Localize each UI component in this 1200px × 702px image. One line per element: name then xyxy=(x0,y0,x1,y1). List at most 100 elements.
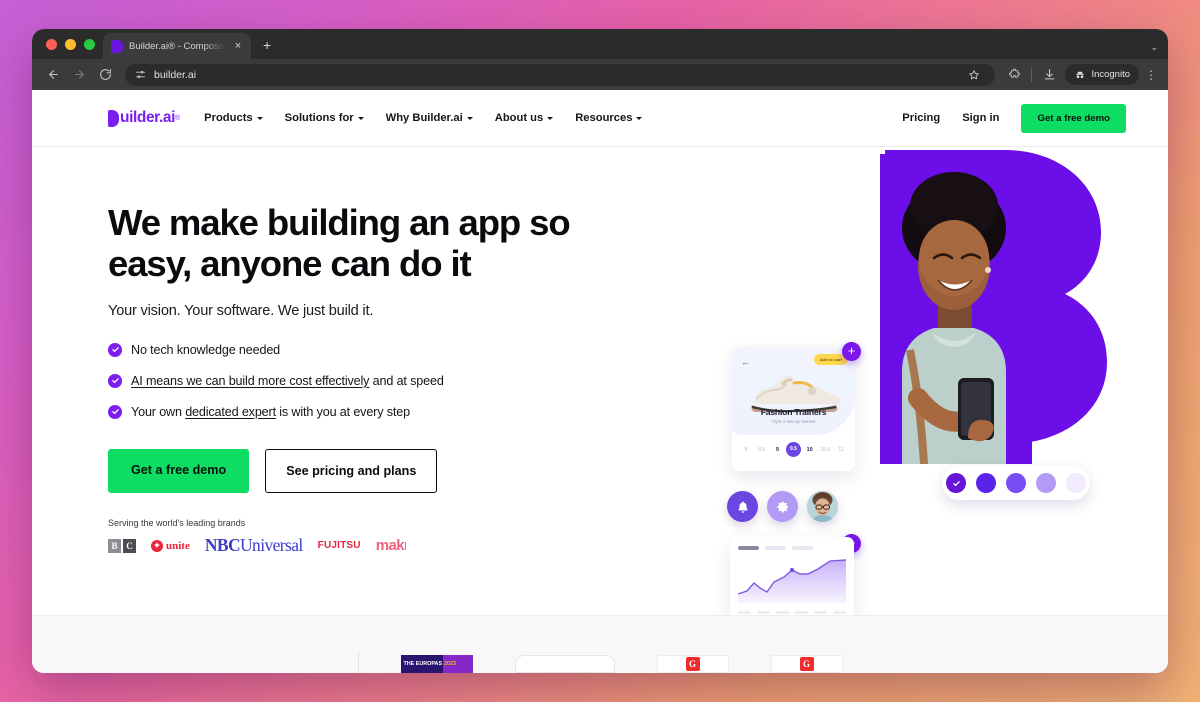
nav-item-about-us[interactable]: About us xyxy=(494,112,554,124)
close-tab-button[interactable]: × xyxy=(231,40,245,52)
reload-button[interactable] xyxy=(93,63,117,87)
user-avatar[interactable] xyxy=(807,491,838,522)
new-tab-button[interactable]: + xyxy=(263,38,271,52)
brands-label: Serving the world's leading brands xyxy=(108,517,246,528)
logo-registered-mark: ® xyxy=(174,114,181,122)
nav-item-solutions-for[interactable]: Solutions for xyxy=(285,112,364,124)
gear-icon[interactable] xyxy=(767,491,798,522)
benefit-text-tail: is with you at every step xyxy=(275,404,410,419)
divider xyxy=(357,651,359,673)
awards-strip: THE EUROPAS 2023 G G xyxy=(32,615,1168,673)
axis-tick xyxy=(833,611,846,614)
analytics-axis-labels xyxy=(738,611,846,614)
nav-label: About us xyxy=(494,112,544,124)
browser-tab[interactable]: Builder.ai® - Composable Sof × xyxy=(103,33,251,59)
maximize-window-button[interactable] xyxy=(84,38,95,50)
award-badge-europas[interactable]: THE EUROPAS 2023 xyxy=(400,655,473,673)
hero-illustration: ← Add to cart Fashion Trainers Triple S … xyxy=(692,142,1162,673)
incognito-indicator[interactable]: Incognito xyxy=(1065,64,1139,85)
nav-label: Why Builder.ai xyxy=(385,112,463,124)
nav-label: Solutions for xyxy=(284,112,354,124)
size-option[interactable]: 8.5 xyxy=(755,447,769,453)
area-chart xyxy=(737,559,847,603)
analytics-tabs xyxy=(738,546,846,550)
award-badge-g2[interactable]: G xyxy=(770,655,843,673)
analytics-tab[interactable] xyxy=(792,546,813,550)
logo-b-mark-icon xyxy=(108,109,119,127)
size-option[interactable]: 8 xyxy=(739,447,753,453)
browser-menu-button[interactable]: ⋮ xyxy=(1143,69,1159,81)
size-option[interactable]: 10.5 xyxy=(818,447,832,453)
star-icon[interactable] xyxy=(963,64,985,86)
nav-item-resources[interactable]: Resources xyxy=(575,112,643,124)
url-text[interactable]: builder.ai xyxy=(154,69,196,81)
swatch[interactable] xyxy=(1006,473,1026,493)
incognito-label: Incognito xyxy=(1091,69,1130,80)
swatch[interactable] xyxy=(1036,473,1056,493)
benefit-link[interactable]: AI means we can build more cost effectiv… xyxy=(131,374,369,388)
tune-icon[interactable] xyxy=(135,69,146,80)
browser-toolbar: builder.ai Incognito ⋮ xyxy=(32,59,1168,90)
nbc-regular: Universal xyxy=(240,535,303,556)
hero-copy: We make building an app so easy, anyone … xyxy=(108,202,628,673)
color-swatch-picker xyxy=(942,466,1090,500)
forward-button[interactable] xyxy=(67,63,91,87)
award-badge-pill[interactable] xyxy=(514,655,615,673)
site-logo[interactable]: uilder.ai ® xyxy=(108,109,180,127)
nav-item-products[interactable]: Products xyxy=(204,112,263,124)
header-actions: Pricing Sign in Get a free demo xyxy=(902,103,1126,133)
makro-logo: makro xyxy=(375,537,406,555)
award-title: THE EUROPAS xyxy=(403,661,443,667)
puzzle-icon[interactable] xyxy=(1003,64,1025,86)
check-circle-icon xyxy=(108,342,122,357)
product-title: Fashion Trainers xyxy=(760,407,827,417)
logo-wordmark: uilder.ai xyxy=(120,109,175,126)
fujitsu-logo: FUJITSU xyxy=(317,540,361,552)
address-bar[interactable]: builder.ai xyxy=(125,63,996,86)
check-circle-icon xyxy=(108,373,122,388)
tabstrip-menu-button[interactable]: ⌄ xyxy=(1150,42,1158,53)
back-arrow-icon[interactable]: ← xyxy=(741,357,750,367)
get-free-demo-button[interactable]: Get a free demo xyxy=(108,448,250,493)
window-traffic-lights xyxy=(42,29,103,59)
chevron-down-icon xyxy=(547,116,554,120)
product-card: ← Add to cart Fashion Trainers Triple S … xyxy=(732,347,855,471)
header-get-free-demo-button[interactable]: Get a free demo xyxy=(1021,103,1126,133)
g2-icon: G xyxy=(685,657,700,671)
see-pricing-and-plans-button[interactable]: See pricing and plans xyxy=(265,448,438,493)
add-badge-icon[interactable]: + xyxy=(842,342,861,361)
close-window-button[interactable] xyxy=(46,38,57,50)
benefit-link[interactable]: dedicated expert xyxy=(185,405,276,419)
bell-icon[interactable] xyxy=(727,491,758,522)
size-option[interactable]: 9 xyxy=(770,447,784,453)
hero-section: We make building an app so easy, anyone … xyxy=(32,147,1168,673)
swatch[interactable] xyxy=(1066,473,1086,493)
size-option[interactable]: 11 xyxy=(834,447,848,453)
analytics-tab[interactable] xyxy=(765,546,786,550)
omnibox-actions xyxy=(963,64,985,86)
size-option[interactable]: 10 xyxy=(803,447,817,453)
size-selector: 8 8.5 9 9.5 10 10.5 11 xyxy=(732,442,855,457)
benefit-text: No tech knowledge needed xyxy=(131,342,281,357)
list-item: No tech knowledge needed xyxy=(108,342,628,357)
chevron-down-icon xyxy=(466,116,473,120)
sign-in-link[interactable]: Sign in xyxy=(962,112,999,124)
axis-tick xyxy=(757,611,770,614)
nav-item-pricing[interactable]: Pricing xyxy=(902,112,940,124)
woman-with-phone-illustration xyxy=(880,154,1032,464)
product-subtitle: Triple S low-top trainers xyxy=(771,419,816,424)
chevron-down-icon xyxy=(636,116,643,120)
nav-item-why-builder-ai[interactable]: Why Builder.ai xyxy=(386,112,473,124)
quick-action-circles xyxy=(727,491,838,522)
swatch[interactable] xyxy=(976,473,996,493)
size-option-selected[interactable]: 9.5 xyxy=(785,442,801,457)
minimize-window-button[interactable] xyxy=(65,38,76,50)
analytics-tab[interactable] xyxy=(738,546,759,550)
download-icon[interactable] xyxy=(1038,64,1060,86)
nav-label: Products xyxy=(204,112,253,124)
page-title: We make building an app so easy, anyone … xyxy=(108,202,571,284)
chevron-down-icon xyxy=(357,116,364,120)
swatch-selected[interactable] xyxy=(946,473,966,493)
award-badge-g2[interactable]: G xyxy=(656,655,729,673)
back-button[interactable] xyxy=(41,63,65,87)
